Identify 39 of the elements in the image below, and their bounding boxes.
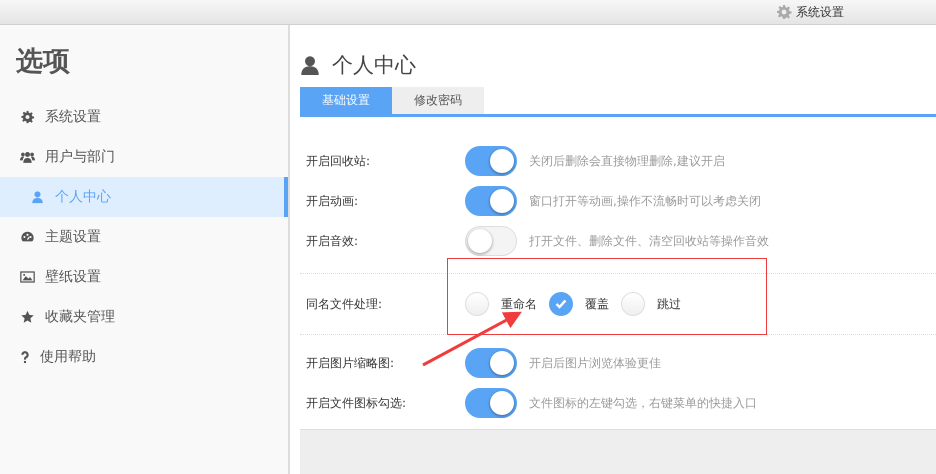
users-icon [20,150,35,164]
gear-icon [776,4,792,20]
radio-label: 跳过 [657,296,681,312]
toggle-switch[interactable] [465,388,517,418]
user-icon [300,55,320,75]
setting-hint: 文件图标的左键勾选，右键菜单的快捷入口 [529,394,757,412]
setting-label: 开启音效: [305,232,360,250]
setting-label: 开启动画: [305,192,360,210]
tab[interactable]: 修改密码 [392,87,484,114]
setting-hint: 窗口打开等动画,操作不流畅时可以考虑关闭 [529,192,761,210]
question-icon [20,350,30,364]
sidebar-item[interactable]: 使用帮助 [0,337,288,377]
setting-hint: 开启后图片浏览体验更佳 [529,354,661,372]
setting-hint: 打开文件、删除文件、清空回收站等操作音效 [529,232,769,250]
toggle-switch[interactable] [465,348,517,378]
user-icon [30,190,45,204]
sidebar-item[interactable]: 壁纸设置 [0,257,288,297]
setting-hint: 关闭后删除会直接物理删除,建议开启 [529,152,725,170]
check-icon [555,299,567,309]
page-title: 个人中心 [332,52,416,79]
setting-label: 开启文件图标勾选: [305,394,408,412]
setting-label: 同名文件处理: [305,296,384,312]
gear-icon [20,110,35,124]
sidebar-item[interactable]: 用户与部门 [0,137,288,177]
star-icon [20,310,35,324]
radio-button[interactable] [549,292,573,316]
sidebar-item[interactable]: 主题设置 [0,217,288,257]
sidebar-item[interactable]: 系统设置 [0,97,288,137]
radio-label: 覆盖 [585,296,609,312]
toggle-switch[interactable] [465,146,517,176]
sidebar-item[interactable]: 收藏夹管理 [0,297,288,337]
radio-label: 重命名 [501,296,537,312]
setting-label: 开启回收站: [305,152,372,170]
sidebar-title: 选项 [15,45,71,79]
system-settings-button[interactable]: 系统设置 [776,4,844,20]
toggle-switch[interactable] [465,186,517,216]
palette-icon [20,230,35,244]
image-icon [20,270,35,284]
setting-label: 开启图片缩略图: [305,354,396,372]
